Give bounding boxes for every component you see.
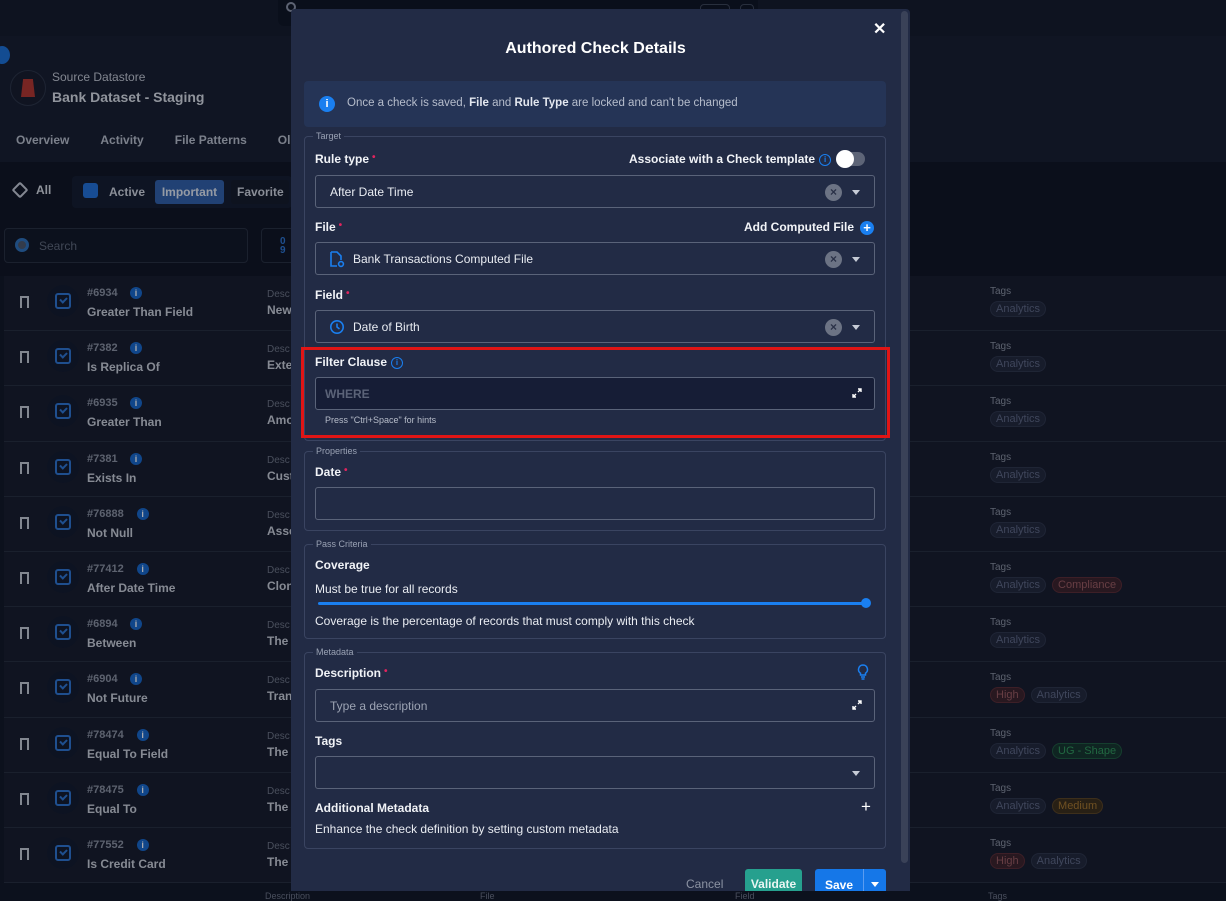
chevron-down-icon[interactable] <box>852 257 860 262</box>
coverage-slider-thumb[interactable] <box>861 598 871 608</box>
filter-clause-input[interactable]: WHERE <box>315 377 875 410</box>
info-icon[interactable]: i <box>819 153 832 166</box>
description-label: Description • <box>315 666 388 680</box>
dialog-title: Authored Check Details <box>505 40 686 57</box>
tags-select[interactable] <box>315 756 875 789</box>
additional-metadata-help: Enhance the check definition by setting … <box>315 822 619 836</box>
rule-type-value: After Date Time <box>330 185 414 199</box>
properties-legend: Properties <box>316 446 358 456</box>
description-placeholder: Type a description <box>330 699 428 713</box>
coverage-slider-track[interactable] <box>318 602 866 605</box>
info-icon: i <box>319 96 335 112</box>
target-legend: Target <box>316 131 342 141</box>
lightbulb-icon[interactable] <box>857 664 869 680</box>
required-mark: • <box>372 152 376 163</box>
authored-check-dialog: ✕ Authored Check Details i Once a check … <box>291 9 910 891</box>
rule-type-select[interactable]: After Date Time × <box>315 175 875 208</box>
clear-icon[interactable]: × <box>825 319 842 336</box>
coverage-slider[interactable] <box>304 546 886 608</box>
metadata-section: Metadata <box>304 647 886 849</box>
rule-type-label: Rule type • <box>315 152 376 166</box>
field-value: Date of Birth <box>353 320 420 334</box>
clock-icon <box>330 320 344 334</box>
chevron-down-icon[interactable] <box>852 771 860 776</box>
computed-file-icon <box>330 251 345 268</box>
field-label: Field • <box>315 288 350 302</box>
expand-icon[interactable] <box>852 388 862 398</box>
coverage-label: Coverage <box>315 558 370 572</box>
filter-hint: Press "Ctrl+Space" for hints <box>325 415 437 425</box>
pass-criteria-legend: Pass Criteria <box>316 539 368 549</box>
coverage-text: Must be true for all records <box>315 582 458 596</box>
save-button[interactable]: Save <box>825 878 853 891</box>
metadata-legend: Metadata <box>316 647 354 657</box>
add-computed-file-button[interactable]: Add Computed File + <box>744 220 874 235</box>
close-icon[interactable]: ✕ <box>873 19 886 39</box>
field-select[interactable]: Date of Birth × <box>315 310 875 343</box>
plus-circle-icon: + <box>860 220 874 235</box>
check-template-toggle[interactable] <box>836 150 865 168</box>
date-label: Date • <box>315 465 348 479</box>
lock-notice-text: Once a check is saved, File and Rule Typ… <box>347 97 738 109</box>
file-value: Bank Transactions Computed File <box>353 252 534 266</box>
file-select[interactable]: Bank Transactions Computed File × <box>315 242 875 275</box>
check-template-label: Associate with a Check template i <box>629 152 832 166</box>
clear-icon[interactable]: × <box>825 184 842 201</box>
chevron-down-icon[interactable] <box>852 190 860 195</box>
filter-placeholder: WHERE <box>325 387 370 401</box>
save-divider <box>863 869 864 891</box>
save-button-group: Save <box>815 869 886 891</box>
clear-icon[interactable]: × <box>825 251 842 268</box>
chevron-down-icon[interactable] <box>852 325 860 330</box>
cancel-button[interactable]: Cancel <box>686 877 723 891</box>
additional-metadata-label: Additional Metadata <box>315 801 430 815</box>
lock-notice: i Once a check is saved, File and Rule T… <box>304 81 886 127</box>
add-metadata-plus-icon[interactable]: + <box>861 797 871 817</box>
modal-scrollbar[interactable] <box>901 11 908 863</box>
info-icon[interactable]: i <box>391 356 404 369</box>
description-input[interactable]: Type a description <box>315 689 875 722</box>
validate-button[interactable]: Validate <box>745 869 802 891</box>
filter-clause-label: Filter Clause i <box>315 355 404 369</box>
coverage-help: Coverage is the percentage of records th… <box>315 614 695 628</box>
date-input[interactable] <box>315 487 875 520</box>
save-options-chevron-icon[interactable] <box>871 882 879 887</box>
expand-icon[interactable] <box>852 700 862 710</box>
file-label: File • <box>315 220 343 234</box>
tags-label: Tags <box>315 734 343 748</box>
